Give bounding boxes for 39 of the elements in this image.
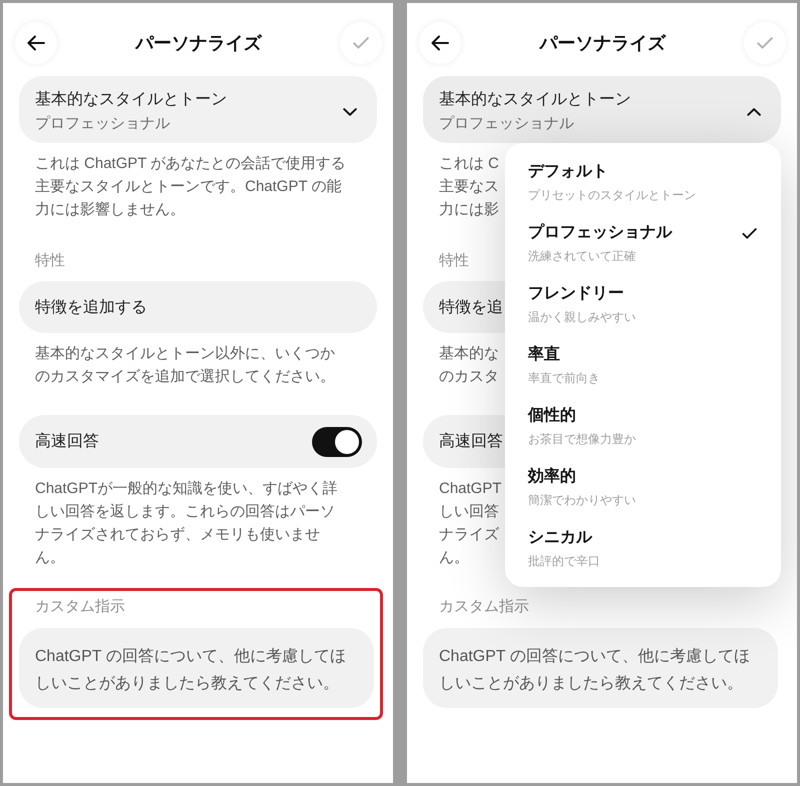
screen-title: パーソナライズ: [136, 32, 262, 55]
toggle-switch[interactable]: [312, 426, 362, 456]
back-icon: [431, 35, 449, 51]
setting-description: しい回答: [439, 502, 499, 522]
check-icon: [353, 37, 369, 49]
screen-title: パーソナライズ: [540, 32, 666, 55]
section-heading: 特性: [439, 251, 469, 271]
menu-option[interactable]: シニカル 批評的で辛口: [505, 526, 781, 587]
back-icon: [27, 35, 45, 51]
setting-description: 主要なス: [439, 176, 499, 196]
setting-description: これは ChatGPT があなたとの会話で使用する主要なスタイルとトーンです。ChatGPT の能力には影響しません。: [35, 154, 347, 220]
setting-description: のカスタ: [439, 366, 499, 386]
setting-description: これは C: [439, 154, 499, 174]
menu-option[interactable]: 効率的 簡潔でわかりやすい: [505, 465, 781, 526]
style-dropdown[interactable]: 基本的なスタイルとトーン プロフェッショナル: [19, 76, 377, 143]
custom-instructions-field[interactable]: ChatGPT の回答について、他に考慮してほしいことがありましたら教えてください。: [19, 628, 374, 708]
custom-instructions-field[interactable]: ChatGPT の回答について、他に考慮してほしいことがありましたら教えてください。: [423, 628, 778, 708]
menu-option[interactable]: 率直 率直で前向き: [505, 343, 781, 404]
setting-label: 高速回答: [439, 432, 503, 452]
setting-description: ChatGPT: [439, 478, 502, 498]
menu-option[interactable]: 個性的 お茶目で想像力豊か: [505, 404, 781, 465]
section-heading: カスタム指示: [35, 597, 125, 617]
add-trait-button[interactable]: 特徴を追加する: [19, 281, 377, 333]
setting-label: 高速回答: [35, 432, 99, 452]
setting-description: 力には影: [439, 200, 499, 220]
setting-description: ChatGPTが一般的な知識を使い、すばやく詳しい回答を返します。これらの回答はパーソナライズされておらず、メモリも使いません。: [35, 478, 339, 568]
section-heading: 特性: [35, 251, 65, 271]
section-heading: カスタム指示: [439, 597, 529, 617]
menu-option[interactable]: デフォルト プリセットのスタイルとトーン: [505, 160, 781, 221]
check-icon: [757, 37, 773, 49]
back-button[interactable]: [419, 22, 461, 64]
setting-description: 基本的なスタイルとトーン以外に、いくつかのカスタマイズを追加で選択してください。: [35, 344, 336, 386]
setting-description: ん。: [439, 548, 469, 568]
setting-description: ナライズ: [439, 524, 499, 544]
style-dropdown[interactable]: 基本的なスタイルとトーン プロフェッショナル: [423, 76, 781, 143]
setting-description: 基本的な: [439, 344, 499, 364]
back-button[interactable]: [15, 22, 57, 64]
menu-option[interactable]: プロフェッショナル 洗練されていて正確: [505, 221, 781, 282]
menu-option[interactable]: フレンドリー 温かく親しみやすい: [505, 282, 781, 343]
